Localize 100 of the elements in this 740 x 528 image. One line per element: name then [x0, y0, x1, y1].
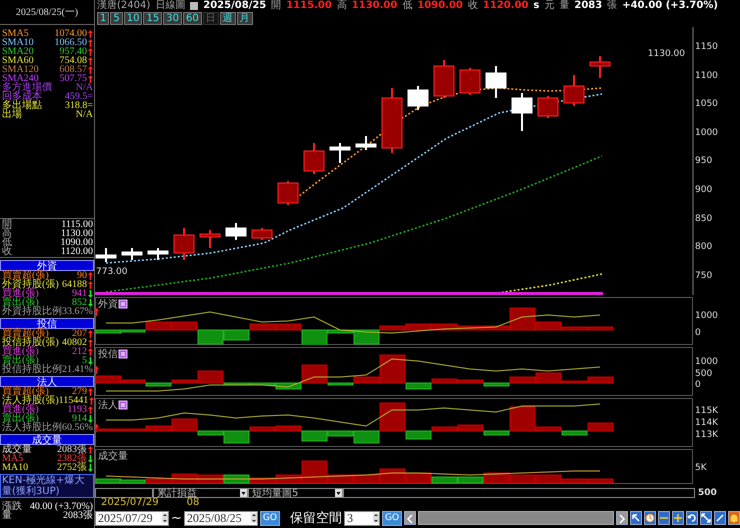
spinner-icon	[162, 513, 168, 523]
scroll-right-button[interactable]	[616, 511, 628, 525]
row-label: SMA60	[2, 56, 34, 65]
candlestick	[460, 68, 480, 95]
date-label: 2025/08/25(一)	[0, 0, 94, 25]
undo-button[interactable]	[686, 511, 698, 525]
axis-tick-label: 113K	[695, 430, 718, 440]
date-field[interactable]: 2025/08/25	[184, 510, 258, 526]
row-value: 754.08	[60, 56, 87, 65]
candlestick	[486, 66, 506, 98]
candlestick	[382, 88, 402, 153]
minus-button[interactable]	[658, 511, 670, 525]
row-label: 漲跌	[2, 502, 22, 511]
timeframe-tab[interactable]: 5	[110, 12, 123, 25]
candlestick	[564, 75, 584, 106]
timeframe-tab[interactable]: 15	[143, 12, 162, 25]
row-label: 買賣超(張)	[2, 329, 49, 338]
axis-tick-label: 5K	[695, 463, 707, 473]
axis-tick-label: 0	[695, 380, 701, 390]
pen-icon	[715, 513, 725, 523]
row-value: 212	[72, 347, 87, 356]
number-field[interactable]: 3	[344, 510, 380, 526]
row-label: 成交量	[2, 445, 32, 454]
row-value: 5	[82, 356, 87, 365]
dropdown[interactable]: 累計損益	[153, 488, 248, 498]
row-label: 法人持股比例	[2, 423, 62, 432]
chevron-icon	[406, 514, 414, 524]
header-label: 低	[402, 0, 412, 11]
square-icon	[190, 2, 198, 10]
row-label: 量	[2, 511, 12, 520]
row-value: 318.8=	[64, 101, 93, 110]
panel-title: 外資	[98, 299, 118, 310]
undo-icon	[687, 513, 697, 523]
row-value: 957.40	[60, 47, 87, 56]
candlestick	[200, 230, 220, 248]
row-label: 多出場點	[2, 101, 42, 110]
timeframe-tab[interactable]: 月	[236, 12, 253, 25]
axis-tick-label: 950	[695, 156, 712, 166]
dropdown[interactable]: 短均量圖5	[248, 488, 343, 498]
go-button[interactable]: GO	[382, 510, 402, 526]
header-value: 2025/08/25	[203, 0, 266, 11]
price-value: 1120.00	[482, 0, 528, 11]
row-value: 2083張	[63, 511, 93, 520]
header-label: 量	[559, 0, 570, 11]
row-label: 買進(張)	[2, 405, 39, 414]
price-value: 1130.00	[352, 0, 398, 11]
date-field[interactable]: 2025/07/29	[95, 510, 169, 526]
row-value: 914	[72, 414, 87, 423]
row-value: 2083張	[57, 445, 87, 454]
plus-button[interactable]	[672, 511, 684, 525]
candlestick	[434, 60, 454, 98]
axis-tick-label: 0	[695, 328, 701, 338]
row-label: 開	[2, 220, 12, 229]
pen-button[interactable]	[714, 511, 726, 525]
row-label: SMA20	[2, 47, 34, 56]
row-value: 1120.00	[60, 247, 93, 256]
candlestick	[590, 56, 610, 78]
timeframe-tab[interactable]: 週	[220, 12, 236, 25]
row-label: 法人持股(張)	[2, 396, 59, 405]
timeframe-tab[interactable]: 10	[124, 12, 142, 25]
header-value: s	[533, 0, 540, 11]
candlestick	[226, 223, 246, 240]
timeframe-tab[interactable]: 1	[97, 12, 110, 25]
axis-tick-label: 850	[695, 214, 712, 224]
fit-button[interactable]	[700, 511, 712, 525]
candlestick	[148, 248, 168, 260]
axis-tick-label: 500	[697, 488, 718, 498]
axis-tick-label: 750	[695, 271, 712, 281]
row-value: 1193	[67, 405, 87, 414]
row-value: 507.75	[60, 74, 87, 83]
row-label: 多方進場價	[2, 83, 52, 92]
row-value: 459.5=	[64, 92, 93, 101]
row-value: 1074.00	[54, 29, 87, 38]
strategy-selector[interactable]: KEN-極光線+爆大量(獲利3UP)	[0, 474, 94, 498]
go-button[interactable]: GO	[260, 510, 280, 526]
panel-title: 投信	[98, 349, 118, 360]
clock-button[interactable]	[644, 511, 656, 525]
row-label: MA5	[2, 454, 24, 463]
timeframe-tab[interactable]: 60	[182, 12, 202, 25]
row-label: 投信持股比例	[2, 365, 62, 374]
price-label: 1130.00	[648, 49, 685, 59]
row-label: MA10	[2, 463, 28, 472]
price-value: 1115.00	[286, 0, 332, 11]
range-separator: ~	[171, 510, 182, 526]
row-value: 60.56%	[62, 423, 93, 432]
candlestick	[174, 228, 194, 260]
timeframe-tab[interactable]: 30	[163, 12, 182, 25]
row-value: 64188	[62, 280, 87, 289]
pointer-button[interactable]	[630, 511, 642, 525]
row-label: 買賣超(張)	[2, 271, 49, 280]
panel-title: 成交量	[98, 451, 128, 462]
clock-icon	[645, 513, 655, 523]
caret-icon	[240, 489, 247, 497]
candlestick	[512, 93, 532, 131]
row-label: 外資持股比例	[2, 307, 62, 316]
candlestick	[408, 86, 428, 110]
row-label: 賣出(張)	[2, 414, 39, 423]
scroll-left-button[interactable]	[404, 511, 416, 525]
axis-tick-label: 115K	[695, 406, 718, 416]
row-value: 2382張	[57, 454, 87, 463]
